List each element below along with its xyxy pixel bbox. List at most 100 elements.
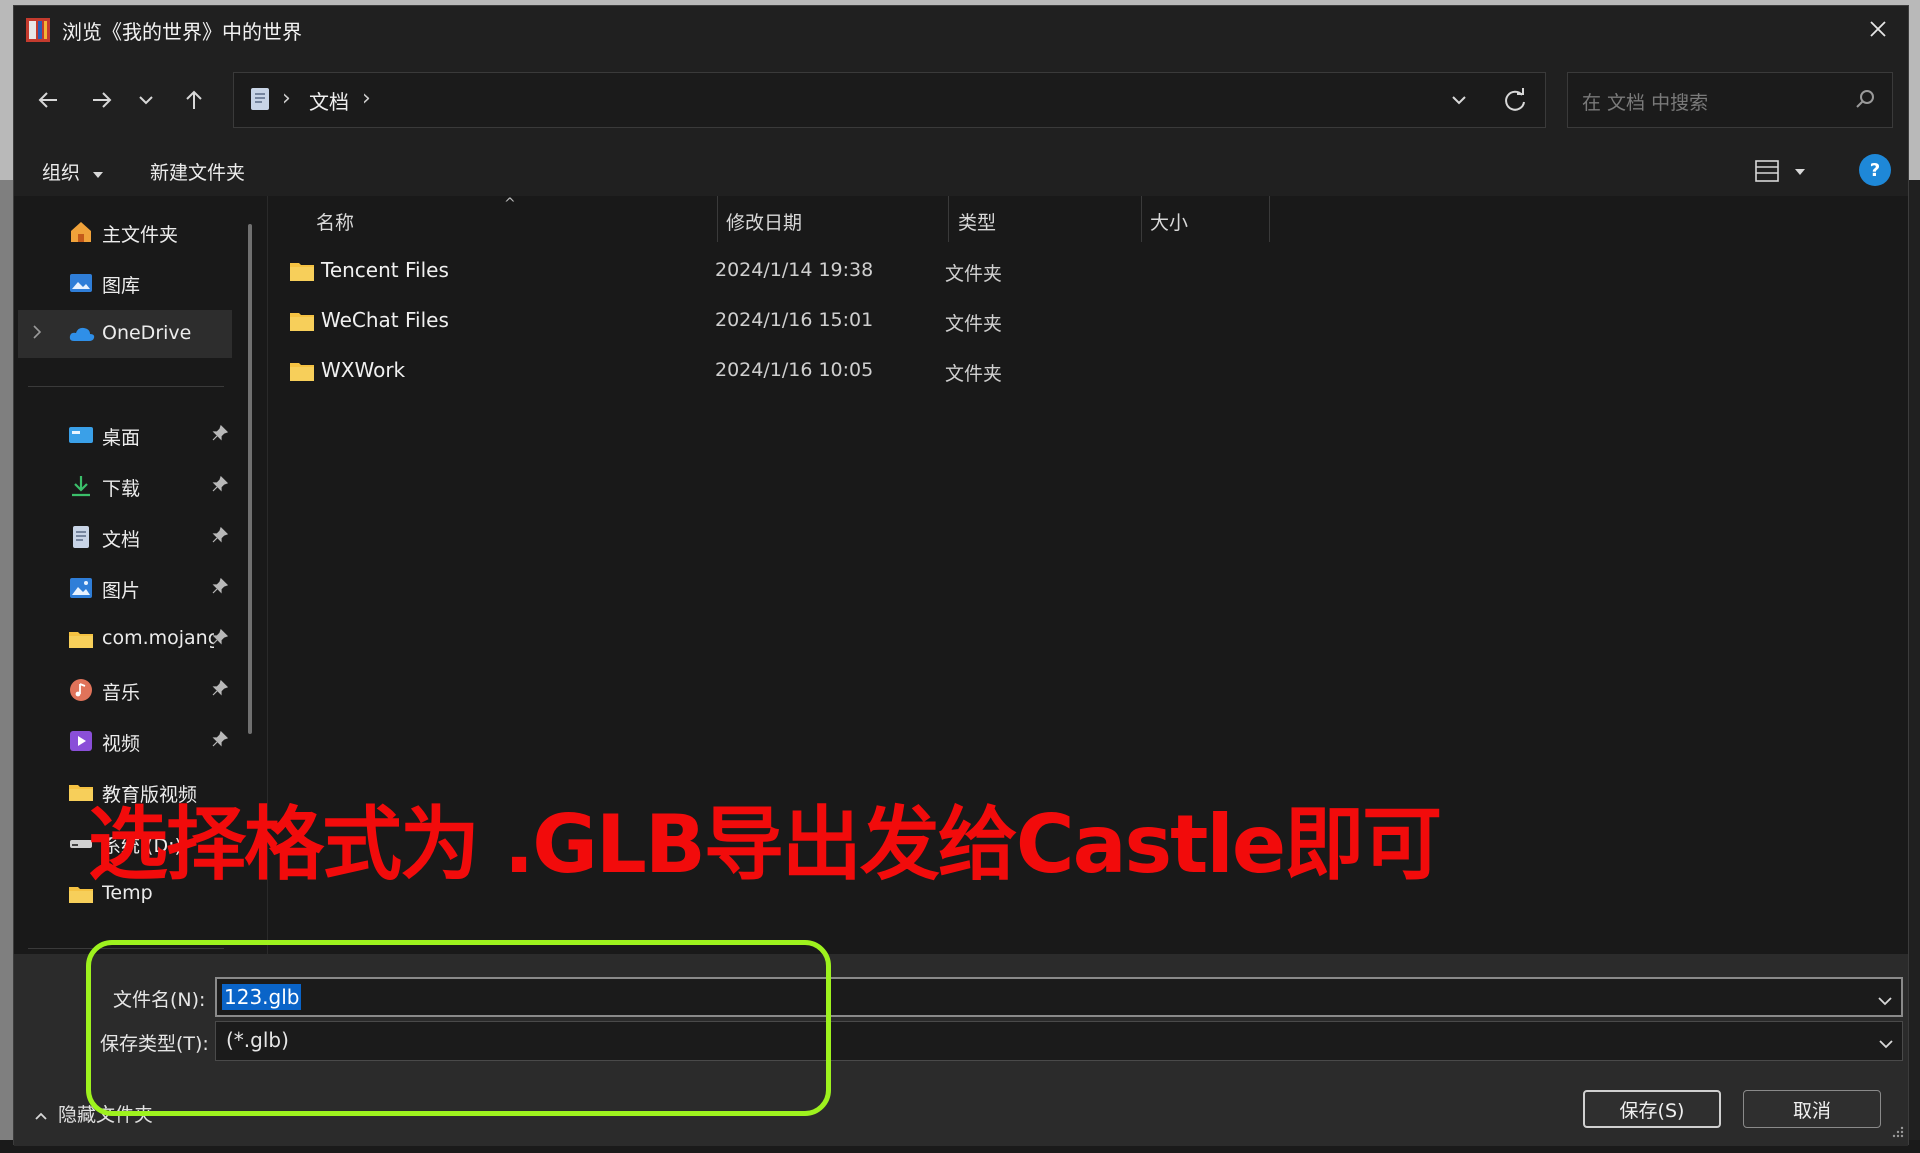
arrow-left-icon — [38, 92, 57, 108]
nav-scrollbar[interactable] — [248, 224, 252, 734]
column-header-label: 大小 — [1150, 212, 1189, 234]
column-divider[interactable] — [1269, 196, 1270, 242]
pin-icon[interactable] — [212, 526, 229, 547]
desktop-icon — [68, 423, 94, 447]
pin-icon[interactable] — [212, 475, 229, 496]
pin-icon[interactable] — [212, 679, 229, 700]
chevron-down-icon — [139, 96, 153, 105]
file-date: 2024/1/16 15:01 — [715, 309, 874, 331]
folder-icon — [289, 360, 315, 386]
file-date: 2024/1/14 19:38 — [715, 259, 874, 281]
file-row[interactable]: WeChat Files 2024/1/16 15:01 文件夹 — [269, 296, 1269, 344]
chevron-down-icon[interactable] — [1878, 1034, 1894, 1053]
nav-item-label: 图片 — [102, 580, 141, 602]
arrow-up-icon — [186, 90, 202, 109]
address-history-chevron-icon[interactable] — [1451, 87, 1467, 117]
file-row[interactable]: Tencent Files 2024/1/14 19:38 文件夹 — [269, 246, 1269, 294]
file-name: Tencent Files — [321, 258, 449, 282]
background-window-right — [1908, 180, 1920, 1153]
nav-item-documents[interactable]: 文档 — [18, 513, 232, 561]
chevron-down-icon[interactable] — [1877, 991, 1893, 1010]
help-icon[interactable]: ? — [1859, 154, 1891, 186]
pictures-icon — [68, 576, 94, 600]
document-icon — [68, 525, 94, 549]
title-bar: 浏览《我的世界》中的世界 — [14, 6, 1908, 52]
column-header-label: 修改日期 — [726, 212, 803, 234]
nav-item-label: 音乐 — [102, 682, 141, 704]
details-view-icon — [1755, 160, 1779, 182]
breadcrumb-separator-icon: › — [282, 86, 291, 111]
chevron-up-icon — [35, 1112, 47, 1120]
caret-down-icon — [93, 172, 104, 178]
column-header-label: 类型 — [958, 212, 997, 234]
close-button[interactable] — [1858, 10, 1898, 48]
chevron-right-icon[interactable] — [32, 324, 42, 344]
pin-icon[interactable] — [212, 628, 229, 649]
search-placeholder: 在 文档 中搜索 — [1582, 92, 1709, 114]
minecraft-app-icon — [26, 18, 50, 42]
nav-item-label: 下载 — [102, 478, 141, 500]
sort-ascending-icon: ^ — [504, 196, 516, 212]
nav-item-downloads[interactable]: 下载 — [18, 462, 232, 510]
caret-down-icon — [1795, 169, 1805, 175]
column-header-size[interactable]: 大小 — [1142, 196, 1270, 242]
video-icon — [68, 729, 94, 753]
tutorial-annotation-text: 选择格式为 .GLB导出发给Castle即可 — [88, 798, 1442, 891]
nav-item-gallery[interactable]: 图库 — [18, 259, 232, 307]
file-type: 文件夹 — [945, 313, 1003, 335]
column-header-date[interactable]: 修改日期 — [718, 196, 948, 242]
breadcrumb-documents[interactable]: 文档 — [309, 86, 349, 115]
column-header-type[interactable]: 类型 — [949, 196, 1141, 242]
recent-locations-button[interactable] — [132, 82, 160, 118]
pin-icon[interactable] — [212, 424, 229, 445]
column-header-label: 名称 — [316, 212, 355, 234]
search-icon[interactable] — [1854, 88, 1876, 114]
download-icon — [68, 474, 94, 498]
gallery-icon — [68, 271, 94, 295]
window-title: 浏览《我的世界》中的世界 — [62, 20, 302, 44]
nav-item-label: 桌面 — [102, 427, 141, 449]
nav-item-pictures[interactable]: 图片 — [18, 564, 232, 612]
nav-item-com-mojang[interactable]: com.mojang — [18, 615, 232, 663]
resize-grip-icon[interactable] — [1890, 1123, 1904, 1142]
file-name: WeChat Files — [321, 308, 449, 332]
folder-icon — [289, 260, 315, 286]
nav-item-desktop[interactable]: 桌面 — [18, 411, 232, 459]
nav-divider — [28, 386, 224, 387]
nav-item-onedrive[interactable]: OneDrive — [18, 310, 232, 358]
nav-item-label: 文档 — [102, 529, 141, 551]
pin-icon[interactable] — [212, 730, 229, 751]
nav-item-music[interactable]: 音乐 — [18, 666, 232, 714]
file-type: 文件夹 — [945, 363, 1003, 385]
search-box[interactable]: 在 文档 中搜索 — [1567, 72, 1893, 128]
music-icon — [68, 678, 94, 702]
nav-item-home[interactable]: 主文件夹 — [18, 208, 232, 256]
nav-item-label: OneDrive — [102, 322, 192, 344]
breadcrumb-separator-icon[interactable]: › — [362, 86, 371, 111]
refresh-icon[interactable] — [1503, 87, 1527, 117]
close-icon — [1870, 21, 1886, 37]
view-options-button[interactable] — [1754, 156, 1814, 186]
nav-item-videos[interactable]: 视频 — [18, 717, 232, 765]
command-bar: 组织 新建文件夹 ? — [14, 146, 1908, 196]
column-header-name[interactable]: ^ 名称 — [269, 196, 719, 242]
folder-icon — [68, 627, 94, 651]
organize-menu[interactable]: 组织 — [42, 158, 104, 185]
file-date: 2024/1/16 10:05 — [715, 359, 874, 381]
home-icon — [68, 220, 94, 244]
navigation-row: › 文档 › 在 文档 中搜索 — [14, 52, 1908, 146]
nav-item-label: 图库 — [102, 275, 141, 297]
save-button[interactable]: 保存(S) — [1583, 1090, 1721, 1128]
forward-button[interactable] — [84, 82, 120, 118]
pin-icon[interactable] — [212, 577, 229, 598]
back-button[interactable] — [30, 82, 66, 118]
arrow-right-icon — [93, 92, 112, 108]
address-bar[interactable]: › 文档 › — [233, 72, 1546, 128]
onedrive-cloud-icon — [68, 322, 95, 346]
file-row[interactable]: WXWork 2024/1/16 10:05 文件夹 — [269, 346, 1269, 394]
folder-icon — [289, 310, 315, 336]
new-folder-button[interactable]: 新建文件夹 — [150, 158, 245, 185]
cancel-button[interactable]: 取消 — [1743, 1090, 1881, 1128]
up-button[interactable] — [176, 82, 212, 118]
document-icon — [250, 87, 270, 115]
